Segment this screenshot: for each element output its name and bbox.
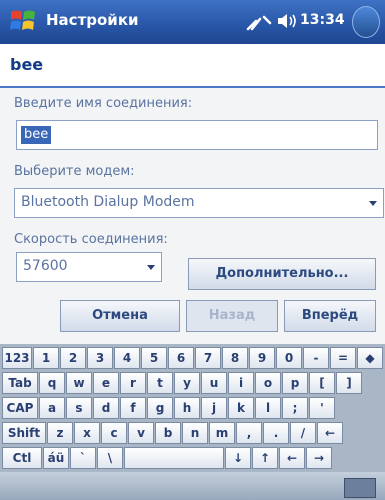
advanced-button[interactable]: Дополнительно...: [188, 258, 376, 290]
keyboard-key[interactable]: e: [93, 372, 119, 394]
keyboard-key[interactable]: x: [74, 422, 100, 444]
keyboard-key[interactable]: Ctl: [2, 447, 42, 469]
soft-keyboard: 123 1 2 3 4 5 6 7 8 9 0- = ◆ Tab q w e r t y u i o p[] CAP a s d f g h…: [0, 344, 385, 472]
next-button[interactable]: Вперёд: [284, 300, 376, 332]
keyboard-key[interactable]: \: [97, 447, 123, 469]
keyboard-key[interactable]: i: [228, 372, 254, 394]
speed-label: Скорость соединения:: [14, 232, 168, 247]
cancel-button[interactable]: Отмена: [60, 300, 180, 332]
keyboard-key[interactable]: u: [201, 372, 227, 394]
keyboard-key[interactable]: 3: [87, 347, 113, 369]
keyboard-key[interactable]: t: [147, 372, 173, 394]
keyboard-key[interactable]: 123: [2, 347, 32, 369]
keyboard-key[interactable]: l: [255, 397, 281, 419]
keyboard-key[interactable]: -: [303, 347, 329, 369]
keyboard-key[interactable]: b: [155, 422, 181, 444]
keyboard-key[interactable]: CAP: [2, 397, 38, 419]
keyboard-key[interactable]: 7: [195, 347, 221, 369]
connectivity-icon[interactable]: [246, 13, 272, 31]
speed-value: 57600: [23, 258, 68, 274]
keyboard-key[interactable]: 0: [276, 347, 302, 369]
keyboard-key[interactable]: g: [147, 397, 173, 419]
chevron-down-icon[interactable]: [365, 191, 381, 215]
keyboard-key[interactable]: Shift: [2, 422, 46, 444]
keyboard-key[interactable]: m: [209, 422, 235, 444]
keyboard-key[interactable]: f: [120, 397, 146, 419]
keyboard-key[interactable]: p: [282, 372, 308, 394]
keyboard-key[interactable]: ←: [317, 422, 343, 444]
chevron-down-icon[interactable]: [143, 255, 159, 279]
keyboard-key[interactable]: 2: [60, 347, 86, 369]
keyboard-key[interactable]: k: [228, 397, 254, 419]
keyboard-key[interactable]: 4: [114, 347, 140, 369]
close-button[interactable]: [352, 6, 380, 38]
keyboard-key[interactable]: a: [39, 397, 65, 419]
keyboard-key[interactable]: w: [66, 372, 92, 394]
connection-name-header: bee: [0, 44, 385, 88]
back-button[interactable]: Назад: [186, 300, 278, 332]
keyboard-key[interactable]: d: [93, 397, 119, 419]
keyboard-key[interactable]: ◆: [357, 347, 383, 369]
keyboard-key[interactable]: 6: [168, 347, 194, 369]
start-menu-icon[interactable]: [8, 6, 38, 36]
keyboard-key[interactable]: 9: [249, 347, 275, 369]
modem-select[interactable]: Bluetooth Dialup Modem: [14, 188, 384, 218]
keyboard-key[interactable]: s: [66, 397, 92, 419]
keyboard-key[interactable]: .: [263, 422, 289, 444]
keyboard-key[interactable]: ,: [236, 422, 262, 444]
keyboard-icon[interactable]: [344, 478, 376, 498]
menu-bar: [0, 472, 385, 500]
connection-name: bee: [10, 55, 44, 74]
keyboard-key[interactable]: z: [47, 422, 73, 444]
connection-name-input[interactable]: bee: [16, 120, 378, 150]
modem-label: Выберите модем:: [14, 164, 135, 179]
keyboard-key[interactable]: áü: [43, 447, 69, 469]
modem-value: Bluetooth Dialup Modem: [21, 194, 195, 210]
keyboard-key[interactable]: [124, 447, 224, 469]
speed-select[interactable]: 57600: [16, 252, 162, 282]
keyboard-key[interactable]: ;: [282, 397, 308, 419]
device-screen: Настройки 13:34 bee Введите имя соединен…: [0, 0, 385, 500]
keyboard-key[interactable]: q: [39, 372, 65, 394]
keyboard-key[interactable]: 1: [33, 347, 59, 369]
keyboard-key[interactable]: n: [182, 422, 208, 444]
window-title: Настройки: [46, 11, 139, 29]
keyboard-key[interactable]: ': [309, 397, 335, 419]
keyboard-key[interactable]: [: [309, 372, 335, 394]
keyboard-key[interactable]: `: [70, 447, 96, 469]
connection-name-value: bee: [21, 126, 52, 144]
title-bar: Настройки 13:34: [0, 0, 385, 44]
keyboard-key[interactable]: c: [101, 422, 127, 444]
keyboard-key[interactable]: ]: [336, 372, 362, 394]
clock[interactable]: 13:34: [300, 12, 345, 28]
keyboard-key[interactable]: v: [128, 422, 154, 444]
keyboard-key[interactable]: /: [290, 422, 316, 444]
keyboard-key[interactable]: →: [306, 447, 332, 469]
keyboard-key[interactable]: ↑: [252, 447, 278, 469]
connection-name-label: Введите имя соединения:: [14, 96, 193, 111]
keyboard-key[interactable]: j: [201, 397, 227, 419]
keyboard-key[interactable]: 5: [141, 347, 167, 369]
keyboard-key[interactable]: Tab: [2, 372, 38, 394]
keyboard-key[interactable]: 8: [222, 347, 248, 369]
keyboard-key[interactable]: ↓: [225, 447, 251, 469]
keyboard-key[interactable]: ←: [279, 447, 305, 469]
keyboard-key[interactable]: =: [330, 347, 356, 369]
volume-icon[interactable]: [276, 11, 298, 31]
keyboard-key[interactable]: o: [255, 372, 281, 394]
keyboard-key[interactable]: r: [120, 372, 146, 394]
keyboard-key[interactable]: y: [174, 372, 200, 394]
keyboard-key[interactable]: h: [174, 397, 200, 419]
